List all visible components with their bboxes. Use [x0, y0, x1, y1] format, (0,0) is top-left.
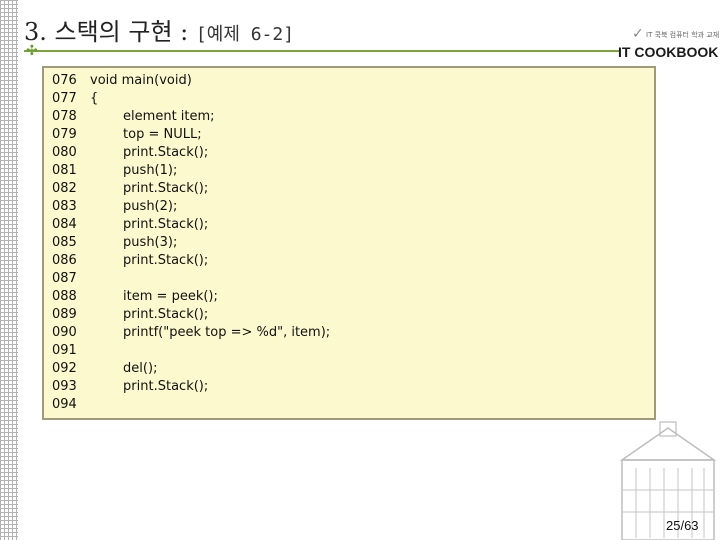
code-line: push(1); — [90, 163, 178, 178]
line-number: 087 — [52, 271, 77, 286]
title-sub: [예제 6-2] — [195, 24, 295, 45]
line-number: 079 — [52, 127, 77, 142]
code-line: print.Stack(); — [90, 307, 209, 322]
title-main: 3. 스택의 구현 : — [24, 18, 189, 46]
line-number: 090 — [52, 325, 77, 340]
code-line: print.Stack(); — [90, 145, 209, 160]
line-number: 091 — [52, 343, 77, 358]
it-cookbook-logo: ✓ IT 쿡북 컴퓨터 학과 교재 IT COOKBOOK — [612, 26, 719, 66]
page-number: 25/63 — [666, 518, 699, 533]
line-number: 089 — [52, 307, 77, 322]
plus-icon: ✣ — [26, 43, 38, 59]
line-number: 092 — [52, 361, 77, 376]
code-line: del(); — [90, 361, 158, 376]
code-listing: 076 077 078 079 080 081 082 083 084 085 086 087 088 0… — [42, 66, 656, 420]
line-number: 077 — [52, 91, 77, 106]
line-number: 080 — [52, 145, 77, 160]
code-line: void main(void) — [90, 73, 192, 88]
line-number: 085 — [52, 235, 77, 250]
line-number: 083 — [52, 199, 77, 214]
line-number: 086 — [52, 253, 77, 268]
logo-tagline: IT 쿡북 컴퓨터 학과 교재 — [646, 31, 720, 39]
notebook-strip — [0, 0, 18, 540]
code-line: print.Stack(); — [90, 217, 209, 232]
slide-title: 3. 스택의 구현 : [예제 6-2] — [24, 12, 294, 47]
code-line: print.Stack(); — [90, 253, 209, 268]
code-line: push(2); — [90, 199, 178, 214]
line-number: 084 — [52, 217, 77, 232]
code-line: item = peek(); — [90, 289, 218, 304]
line-number: 081 — [52, 163, 77, 178]
code-line: element item; — [90, 109, 215, 124]
code-line: { — [90, 91, 99, 106]
logo-brand: IT COOKBOOK — [618, 44, 719, 60]
title-divider — [24, 50, 620, 52]
line-numbers: 076 077 078 079 080 081 082 083 084 085 086 087 088 0… — [52, 72, 77, 414]
code-line: printf("peek top => %d", item); — [90, 325, 331, 340]
line-number: 094 — [52, 397, 77, 412]
line-number: 088 — [52, 289, 77, 304]
code-line: print.Stack(); — [90, 181, 209, 196]
line-number: 093 — [52, 379, 77, 394]
code-line: push(3); — [90, 235, 178, 250]
line-number: 076 — [52, 73, 77, 88]
code-line: print.Stack(); — [90, 379, 209, 394]
checkmark-icon: ✓ — [632, 26, 644, 42]
code-line: top = NULL; — [90, 127, 202, 142]
line-number: 082 — [52, 181, 77, 196]
line-number: 078 — [52, 109, 77, 124]
code-text: void main(void) { element item; top = NUL… — [90, 72, 330, 414]
